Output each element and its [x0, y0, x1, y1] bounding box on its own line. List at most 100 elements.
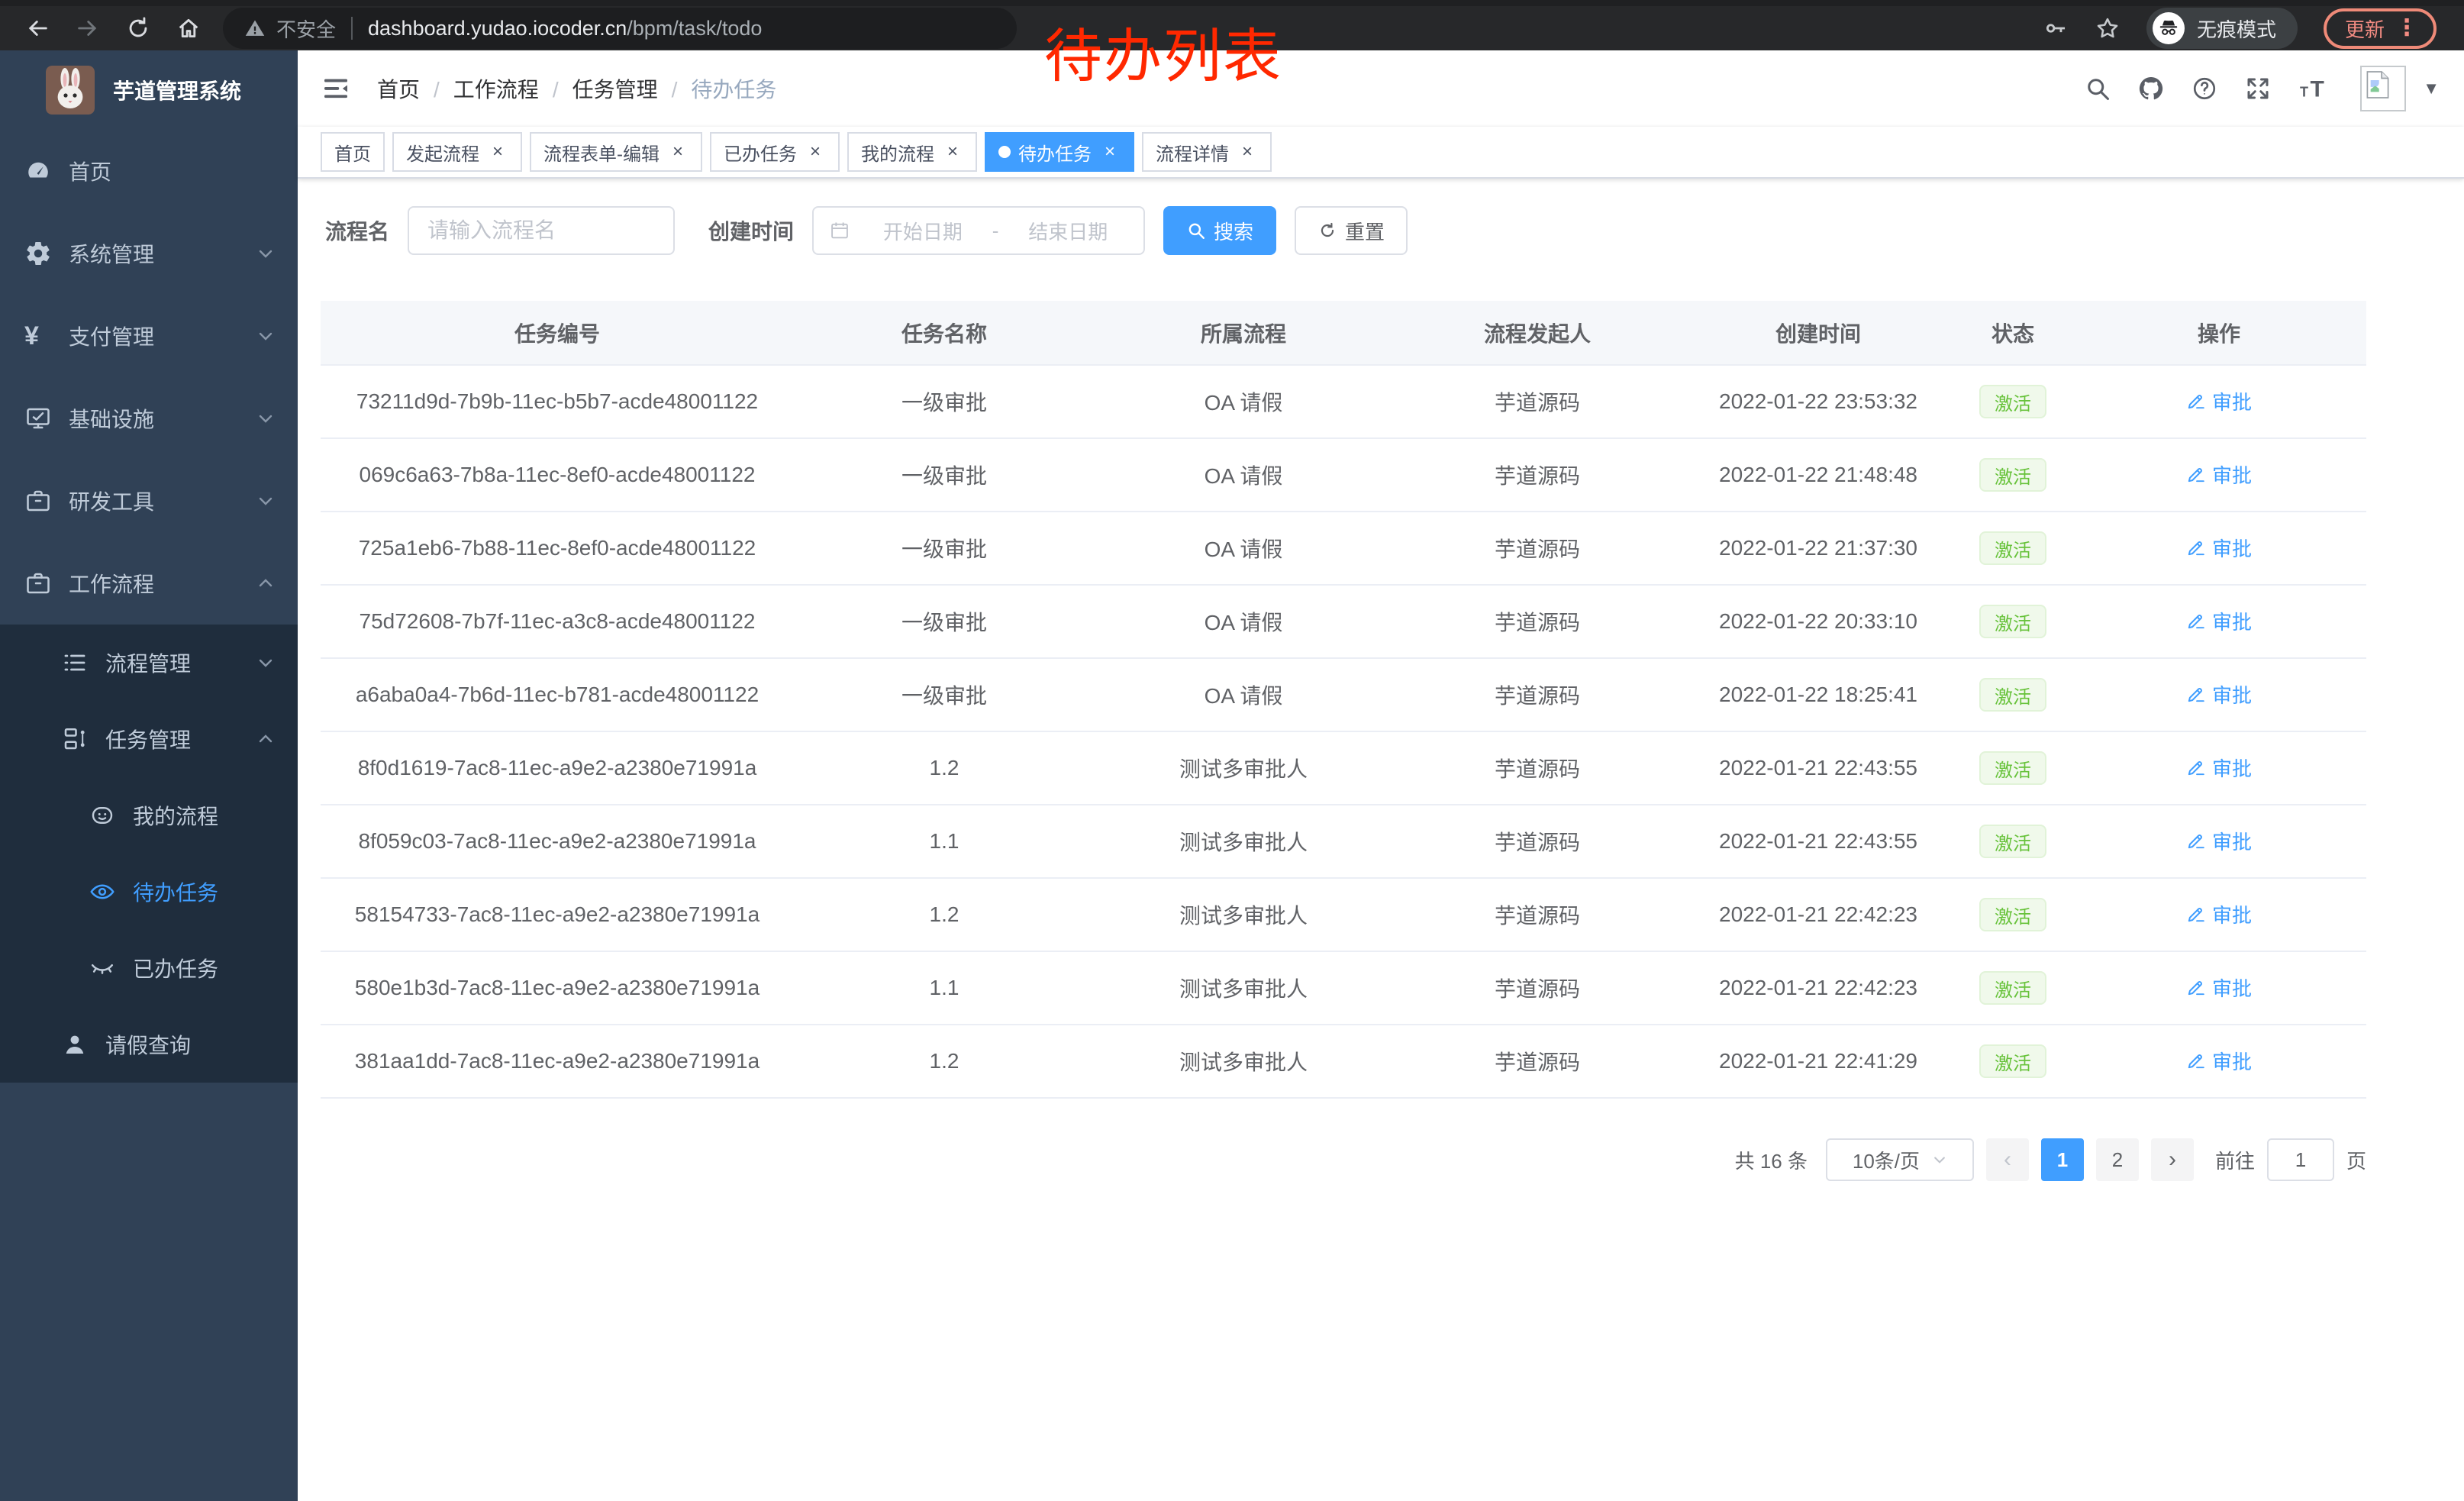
- tab[interactable]: 我的流程 ×: [847, 132, 977, 172]
- reset-button[interactable]: 重置: [1295, 206, 1408, 255]
- help-icon[interactable]: [2191, 75, 2218, 102]
- approve-link[interactable]: 审批: [2186, 680, 2252, 709]
- sidebar-menu-item[interactable]: 首页: [0, 130, 298, 212]
- approve-link[interactable]: 审批: [2186, 754, 2252, 782]
- tab-close-icon[interactable]: ×: [667, 141, 689, 163]
- tab[interactable]: 待办任务 ×: [985, 132, 1134, 172]
- cell-process: 测试多审批人: [1095, 878, 1392, 951]
- back-icon[interactable]: [24, 15, 50, 41]
- sidebar-menu-item[interactable]: 待办任务: [0, 854, 298, 930]
- browser-update-button[interactable]: 更新 ⋮: [2324, 8, 2437, 49]
- address-bar[interactable]: 不安全 dashboard.yudao.iocoder.cn/bpm/task/…: [223, 8, 1017, 49]
- cell-created-time: 2022-01-21 22:42:23: [1682, 951, 1954, 1025]
- cell-task-id: 8f059c03-7ac8-11ec-a9e2-a2380e71991a: [321, 805, 794, 878]
- page-jump-input[interactable]: [2267, 1138, 2334, 1181]
- tab[interactable]: 发起流程 ×: [392, 132, 522, 172]
- approve-link[interactable]: 审批: [2186, 460, 2252, 489]
- cell-action: 审批: [2072, 438, 2366, 512]
- sidebar-menu-item[interactable]: 已办任务: [0, 930, 298, 1006]
- browser-window: 不安全 dashboard.yudao.iocoder.cn/bpm/task/…: [0, 0, 2464, 1501]
- cell-starter: 芋道源码: [1392, 731, 1682, 805]
- tab-close-icon[interactable]: ×: [487, 141, 508, 163]
- tab-close-icon[interactable]: ×: [805, 141, 826, 163]
- password-key-icon[interactable]: [2043, 15, 2069, 41]
- cell-status: 激活: [1954, 512, 2072, 585]
- status-badge: 激活: [1979, 1044, 2046, 1078]
- date-range-picker[interactable]: 开始日期 - 结束日期: [812, 206, 1145, 255]
- page-button-2[interactable]: 2: [2096, 1138, 2139, 1181]
- sidebar-menu-item[interactable]: 我的流程: [0, 777, 298, 854]
- avatar-dropdown-icon[interactable]: ▼: [2423, 79, 2440, 98]
- browser-menu-icon[interactable]: ⋮: [2395, 17, 2418, 40]
- process-name-input[interactable]: [408, 206, 675, 255]
- cell-action: 审批: [2072, 878, 2366, 951]
- table-header-cell: 状态: [1954, 301, 2072, 365]
- prev-page-button[interactable]: ‹: [1986, 1138, 2029, 1181]
- cell-status: 激活: [1954, 805, 2072, 878]
- cell-action: 审批: [2072, 951, 2366, 1025]
- forward-icon[interactable]: [75, 15, 101, 41]
- sidebar-menu-item[interactable]: 流程管理: [0, 625, 298, 701]
- avatar[interactable]: [2360, 66, 2406, 111]
- github-icon[interactable]: [2137, 75, 2165, 102]
- cell-starter: 芋道源码: [1392, 805, 1682, 878]
- reload-icon[interactable]: [125, 15, 151, 41]
- process-name-label: 流程名: [325, 215, 389, 246]
- cell-created-time: 2022-01-22 18:25:41: [1682, 658, 1954, 731]
- bookmark-star-icon[interactable]: [2095, 15, 2121, 41]
- cell-action: 审批: [2072, 731, 2366, 805]
- sidebar-menu-item[interactable]: 请假查询: [0, 1006, 298, 1083]
- approve-link[interactable]: 审批: [2186, 534, 2252, 562]
- cell-task-name: 1.2: [794, 731, 1095, 805]
- approve-link[interactable]: 审批: [2186, 900, 2252, 928]
- tab[interactable]: 已办任务 ×: [710, 132, 840, 172]
- fullscreen-icon[interactable]: [2244, 75, 2272, 102]
- status-badge: 激活: [1979, 605, 2046, 638]
- app-logo-row[interactable]: 芋道管理系统: [0, 50, 298, 130]
- tab-close-icon[interactable]: ×: [1237, 141, 1258, 163]
- breadcrumb-item[interactable]: 任务管理: [572, 73, 692, 104]
- breadcrumb-item[interactable]: 工作流程: [453, 73, 572, 104]
- table-row: 580e1b3d-7ac8-11ec-a9e2-a2380e71991a1.1测…: [321, 951, 2366, 1025]
- calendar-icon: [829, 220, 850, 241]
- sidebar-menu-item[interactable]: 工作流程: [0, 542, 298, 625]
- cell-process: 测试多审批人: [1095, 1025, 1392, 1098]
- font-size-icon[interactable]: TT: [2298, 75, 2334, 102]
- sidebar-menu-item[interactable]: 研发工具: [0, 460, 298, 542]
- tab[interactable]: 流程表单-编辑 ×: [530, 132, 702, 172]
- page-button-1[interactable]: 1: [2041, 1138, 2084, 1181]
- approve-link[interactable]: 审批: [2186, 387, 2252, 415]
- tab-close-icon[interactable]: ×: [942, 141, 963, 163]
- app-title: 芋道管理系统: [113, 75, 241, 105]
- approve-link[interactable]: 审批: [2186, 607, 2252, 635]
- sidebar-menu-item[interactable]: ¥ 支付管理: [0, 295, 298, 377]
- approve-link[interactable]: 审批: [2186, 827, 2252, 855]
- home-icon[interactable]: [176, 15, 202, 41]
- refresh-icon: [1317, 221, 1337, 240]
- not-secure-warning-icon[interactable]: [244, 18, 266, 39]
- sidebar-menu-item[interactable]: 任务管理: [0, 701, 298, 777]
- cell-task-id: 73211d9d-7b9b-11ec-b5b7-acde48001122: [321, 365, 794, 438]
- status-badge: 激活: [1979, 678, 2046, 712]
- breadcrumb-item[interactable]: 首页: [377, 73, 453, 104]
- sidebar-menu-item[interactable]: 系统管理: [0, 212, 298, 295]
- tab[interactable]: 首页: [321, 132, 385, 172]
- cell-starter: 芋道源码: [1392, 658, 1682, 731]
- search-icon[interactable]: [2084, 75, 2111, 102]
- cell-created-time: 2022-01-21 22:42:23: [1682, 878, 1954, 951]
- search-button[interactable]: 搜索: [1163, 206, 1276, 255]
- table-row: 8f059c03-7ac8-11ec-a9e2-a2380e71991a1.1测…: [321, 805, 2366, 878]
- cell-task-name: 一级审批: [794, 438, 1095, 512]
- breadcrumb-item[interactable]: 待办任务: [691, 73, 776, 104]
- sidebar-toggle-icon[interactable]: [298, 73, 374, 104]
- pagination: 共 16 条 10条/页 ‹ 12 › 前往 页: [321, 1138, 2366, 1181]
- tab-close-icon[interactable]: ×: [1099, 141, 1121, 163]
- approve-link[interactable]: 审批: [2186, 973, 2252, 1002]
- page-size-select[interactable]: 10条/页: [1826, 1138, 1974, 1181]
- next-page-button[interactable]: ›: [2151, 1138, 2194, 1181]
- approve-link[interactable]: 审批: [2186, 1047, 2252, 1075]
- cell-status: 激活: [1954, 585, 2072, 658]
- tab[interactable]: 流程详情 ×: [1142, 132, 1272, 172]
- incognito-badge: 无痕模式: [2146, 8, 2298, 49]
- sidebar-menu-item[interactable]: 基础设施: [0, 377, 298, 460]
